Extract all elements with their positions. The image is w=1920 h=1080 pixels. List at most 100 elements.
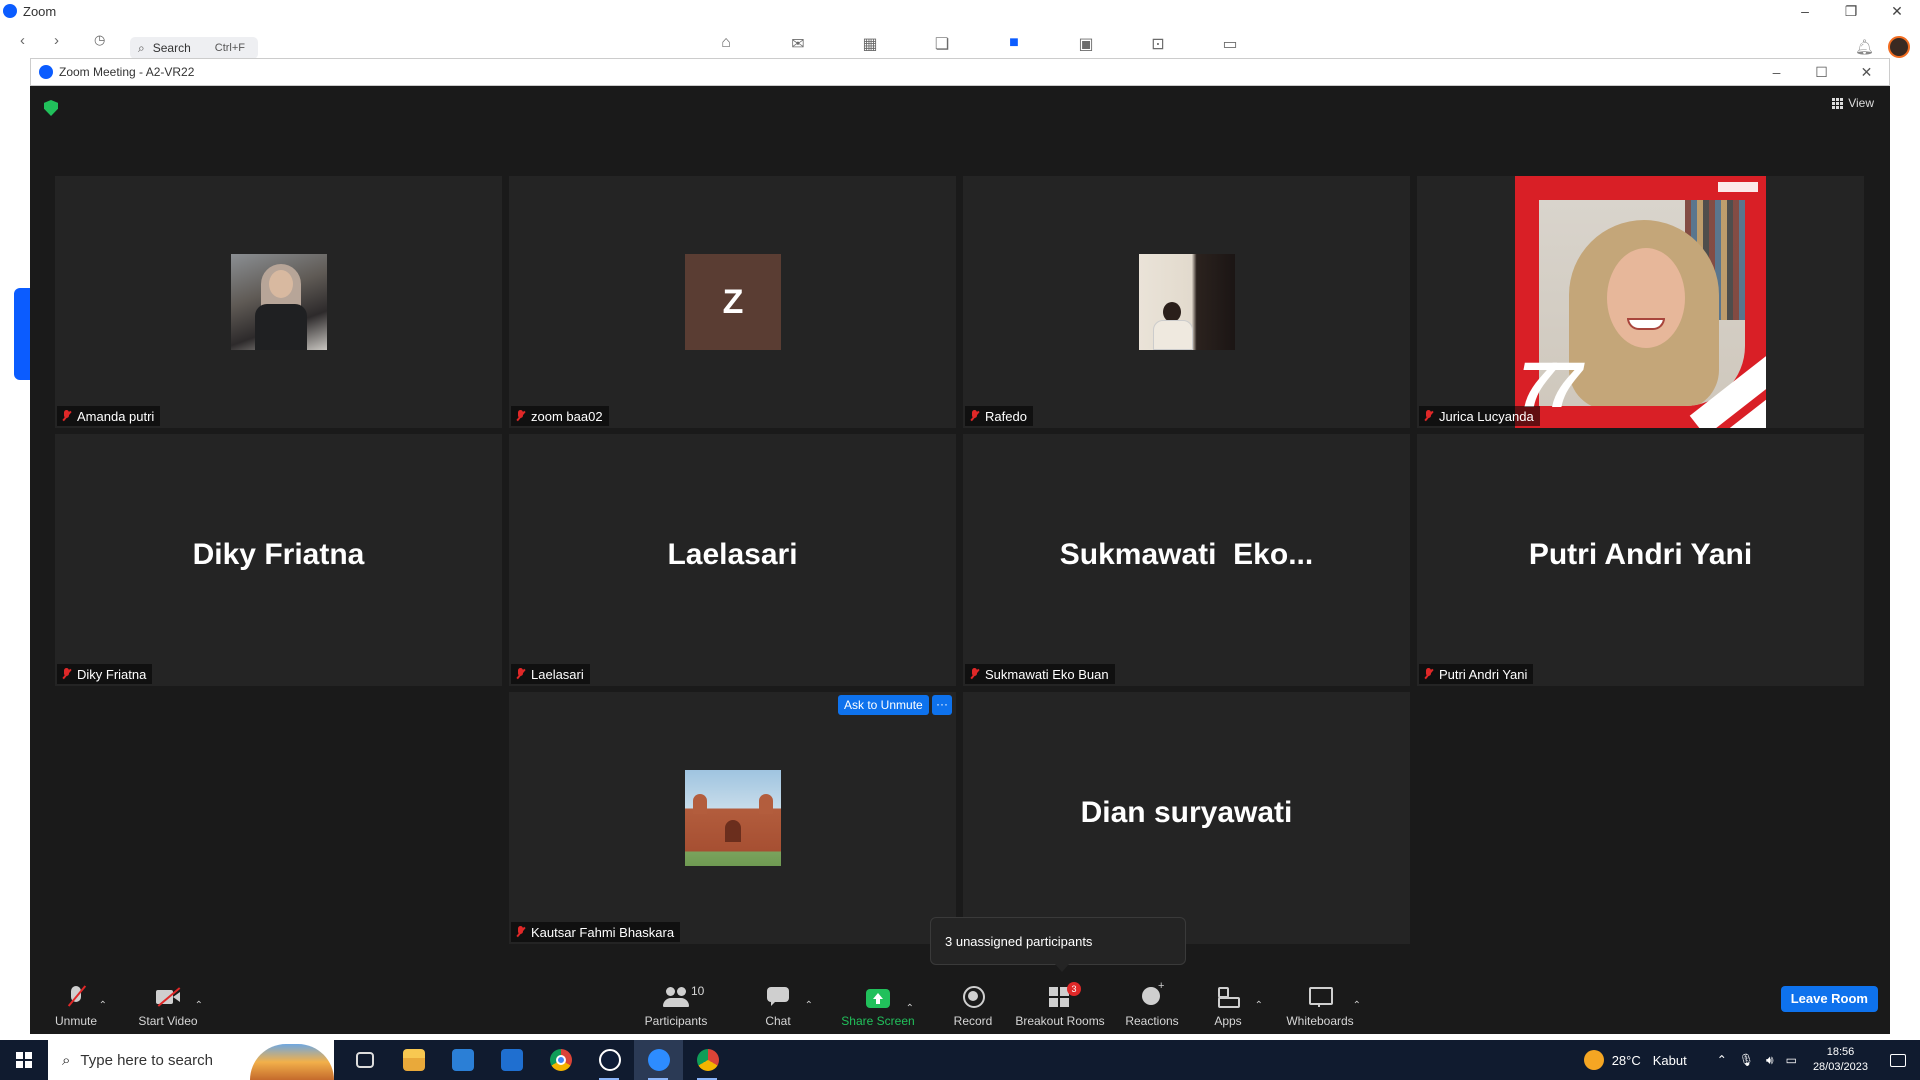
share-options-caret-icon[interactable]: ⌃ xyxy=(906,1003,914,1014)
task-view-icon xyxy=(355,1052,374,1068)
microphone-icon[interactable]: 🎙︎ xyxy=(1739,1053,1754,1067)
back-button[interactable]: ‹ xyxy=(20,32,25,49)
participant-tile[interactable]: Kautsar Fahmi Bhaskara xyxy=(509,692,956,944)
system-tray: 28°C Kabut ⌃ 🎙︎ 🔊︎ ▭ 18:56 28/03/2023 xyxy=(1583,1040,1920,1080)
notifications-icon[interactable] xyxy=(1890,1053,1906,1067)
participant-name: Sukmawati Eko Buan xyxy=(985,666,1109,682)
team-chat-icon[interactable]: ❏ xyxy=(906,34,978,54)
maximize-button[interactable]: ☐ xyxy=(1799,59,1844,85)
participant-tile[interactable]: Z zoom baa02 xyxy=(509,176,956,428)
more-options-button[interactable]: ··· xyxy=(932,695,952,715)
chrome-profile-button[interactable] xyxy=(683,1040,732,1080)
search-input[interactable]: ⌕ Search Ctrl+F xyxy=(130,37,258,59)
participant-tile[interactable]: Diky Friatna Diky Friatna xyxy=(55,434,502,686)
participant-tile[interactable]: Laelasari Laelasari xyxy=(509,434,956,686)
clock[interactable]: 18:56 28/03/2023 xyxy=(1813,1045,1868,1075)
whiteboard-icon[interactable]: ▭ xyxy=(1194,34,1266,54)
teamviewer-button[interactable] xyxy=(585,1040,634,1080)
mic-muted-icon xyxy=(1423,410,1433,422)
record-icon xyxy=(960,986,986,1008)
meeting-title: Zoom Meeting - A2-VR22 xyxy=(59,65,195,79)
chat-options-caret-icon[interactable]: ⌃ xyxy=(805,1000,813,1011)
home-icon[interactable]: ⌂ xyxy=(690,34,762,54)
network-icon[interactable]: ▭ xyxy=(1786,1053,1797,1067)
participant-nameplate: zoom baa02 xyxy=(511,406,609,426)
apps-options-caret-icon[interactable]: ⌃ xyxy=(1255,1000,1263,1011)
temperature[interactable]: 28°C xyxy=(1612,1053,1641,1068)
participant-tile[interactable]: Putri Andri Yani Putri Andri Yani xyxy=(1417,434,1864,686)
participant-nameplate: Diky Friatna xyxy=(57,664,153,684)
participant-nameplate: Jurica Lucyanda xyxy=(1419,406,1540,426)
encryption-shield-icon[interactable] xyxy=(44,100,58,116)
zoom-taskbar-button[interactable] xyxy=(634,1040,683,1080)
chat-button[interactable]: ⌃ Chat xyxy=(758,972,813,1034)
app-title: Zoom xyxy=(23,3,57,19)
mail-button[interactable] xyxy=(487,1040,536,1080)
chevron-up-icon[interactable]: ⌃ xyxy=(1717,1053,1727,1067)
mail-icon[interactable]: ✉ xyxy=(762,34,834,54)
profile-photo: 77 xyxy=(1515,176,1766,428)
participant-tile[interactable]: Dian suryawati xyxy=(963,692,1410,944)
reactions-button[interactable]: Reactions xyxy=(1122,972,1182,1034)
whiteboard-icon: ⌃ xyxy=(1307,986,1361,1011)
mail-icon xyxy=(500,1049,523,1071)
start-button[interactable] xyxy=(0,1040,48,1080)
apps-button[interactable]: ⌃ Apps xyxy=(1208,972,1263,1034)
participant-tile[interactable]: Rafedo xyxy=(963,176,1410,428)
store-button[interactable] xyxy=(438,1040,487,1080)
whiteboards-label: Whiteboards xyxy=(1286,1014,1354,1028)
ask-to-unmute-button[interactable]: Ask to Unmute xyxy=(838,695,929,715)
participant-tile[interactable]: 77 Jurica Lucyanda xyxy=(1417,176,1864,428)
task-view-button[interactable] xyxy=(340,1040,389,1080)
search-icon: ⌕ xyxy=(62,1051,71,1069)
audio-options-caret-icon[interactable]: ⌃ xyxy=(99,1000,107,1011)
taskbar-search-input[interactable]: ⌕ Type here to search xyxy=(48,1040,334,1080)
view-button[interactable]: View xyxy=(1832,96,1874,110)
bell-icon[interactable]: 🔔︎ xyxy=(1855,38,1874,56)
apps-label: Apps xyxy=(1214,1014,1242,1028)
participant-tile[interactable]: Amanda putri xyxy=(55,176,502,428)
minimize-button[interactable]: – xyxy=(1782,0,1828,22)
participants-button[interactable]: 10 Participants xyxy=(638,972,714,1034)
mic-muted-icon xyxy=(61,668,71,680)
minimize-button[interactable]: – xyxy=(1754,59,1799,85)
record-button[interactable]: Record xyxy=(948,972,998,1034)
close-button[interactable]: ✕ xyxy=(1844,59,1889,85)
view-label: View xyxy=(1848,96,1874,110)
volume-icon[interactable]: 🔊︎ xyxy=(1766,1053,1774,1068)
participants-icon: 10 xyxy=(663,984,704,1008)
video-options-caret-icon[interactable]: ⌃ xyxy=(195,1000,203,1011)
mic-muted-icon xyxy=(515,926,525,938)
weather-icon[interactable] xyxy=(1583,1050,1604,1070)
restore-button[interactable]: ❐ xyxy=(1828,0,1874,22)
history-icon[interactable]: ◷ xyxy=(94,32,105,48)
close-button[interactable]: ✕ xyxy=(1874,0,1920,22)
zoom-logo-icon xyxy=(39,65,53,79)
share-screen-label: Share Screen xyxy=(841,1014,915,1028)
mic-muted-icon xyxy=(969,410,979,422)
leave-room-button[interactable]: Leave Room xyxy=(1780,986,1878,1012)
forward-button[interactable]: › xyxy=(54,32,59,49)
meetings-icon[interactable]: ■ xyxy=(978,34,1050,54)
file-explorer-button[interactable] xyxy=(389,1040,438,1080)
participant-tile[interactable]: Sukmawati Eko... Sukmawati Eko Buan xyxy=(963,434,1410,686)
weather-text[interactable]: Kabut xyxy=(1653,1053,1687,1068)
profile-photo xyxy=(685,770,781,866)
breakout-rooms-button[interactable]: 3 Breakout Rooms xyxy=(1014,972,1106,1034)
app-titlebar: Zoom – ❐ ✕ xyxy=(0,0,1920,22)
chrome-button[interactable] xyxy=(536,1040,585,1080)
unmute-button[interactable]: ⌃ Unmute xyxy=(48,972,107,1034)
share-screen-button[interactable]: ⌃ Share Screen xyxy=(840,972,916,1034)
participant-nameplate: Laelasari xyxy=(511,664,590,684)
record-label: Record xyxy=(953,1014,993,1028)
start-video-label: Start Video xyxy=(138,1014,198,1028)
chat-icon: ⌃ xyxy=(765,986,813,1011)
calendar-icon[interactable]: ▦ xyxy=(834,34,906,54)
whiteboards-options-caret-icon[interactable]: ⌃ xyxy=(1353,1000,1361,1011)
start-video-button[interactable]: ⌃ Start Video xyxy=(134,972,203,1034)
whiteboards-button[interactable]: ⌃ Whiteboards xyxy=(1280,972,1361,1034)
apps-icon[interactable]: ⊡ xyxy=(1122,34,1194,54)
participant-nameplate: Amanda putri xyxy=(57,406,161,426)
contacts-icon[interactable]: ▣ xyxy=(1050,34,1122,54)
avatar[interactable] xyxy=(1888,36,1910,58)
